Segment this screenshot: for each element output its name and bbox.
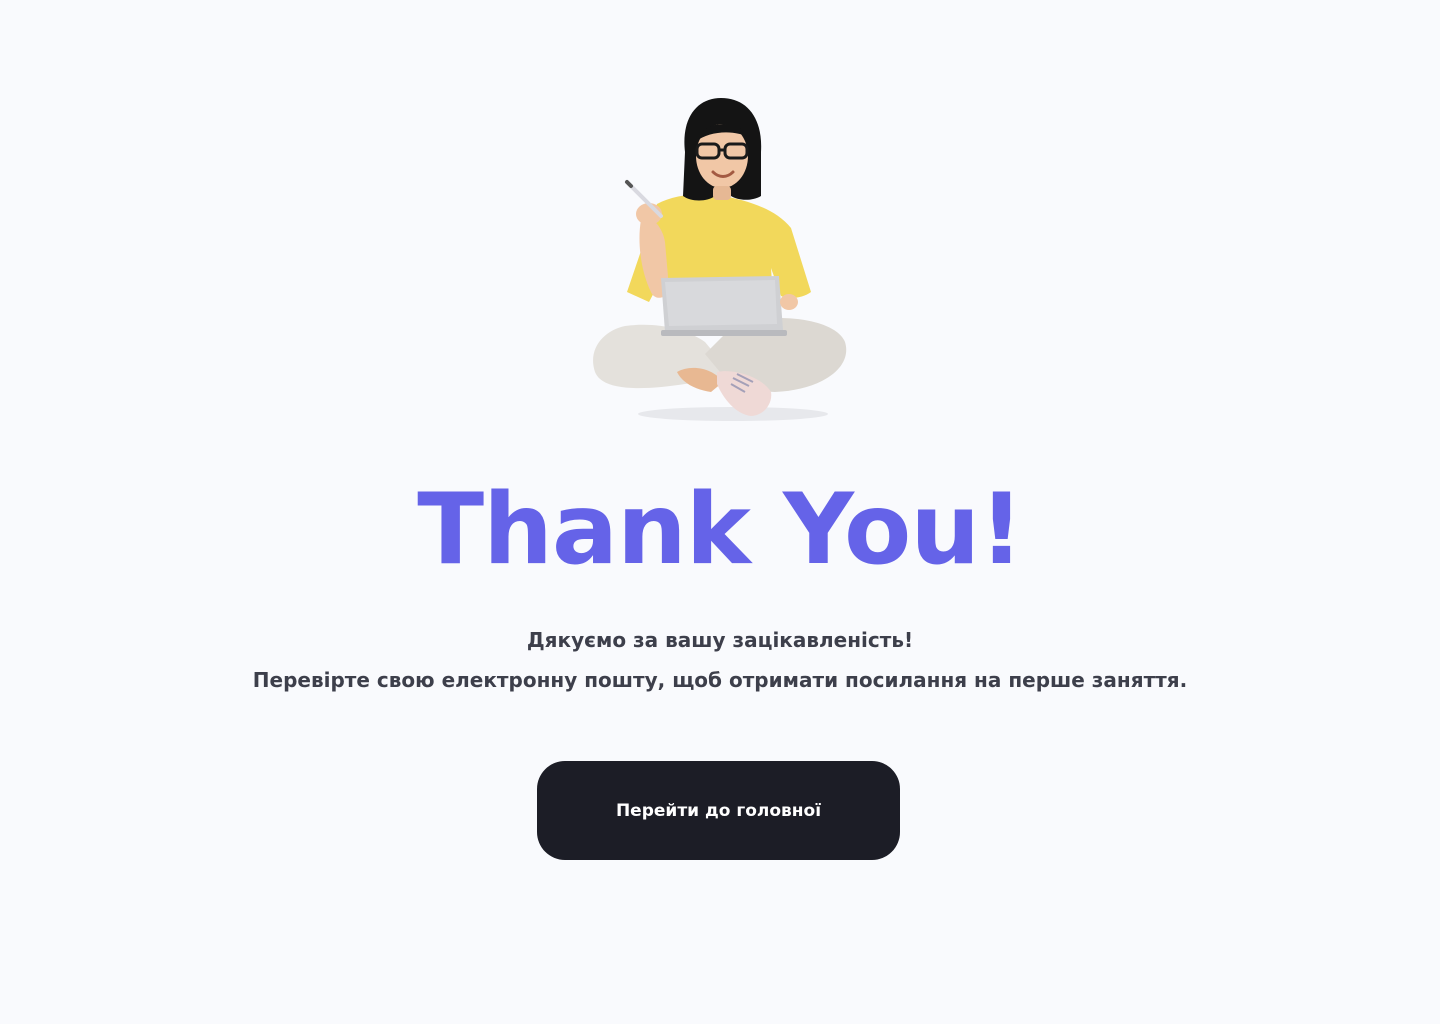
- confirmation-message: Дякуємо за вашу зацікавленість! Перевірт…: [0, 620, 1440, 700]
- page-title: Thank You!: [417, 473, 1024, 587]
- ground-shadow: [638, 407, 828, 421]
- thanks-text: Дякуємо за вашу зацікавленість!: [526, 628, 914, 652]
- woman-with-laptop-illustration: [593, 98, 847, 421]
- check-email-text: Перевірте свою електронну пошту, щоб отр…: [252, 668, 1188, 692]
- go-home-button[interactable]: Перейти до головної: [537, 761, 900, 860]
